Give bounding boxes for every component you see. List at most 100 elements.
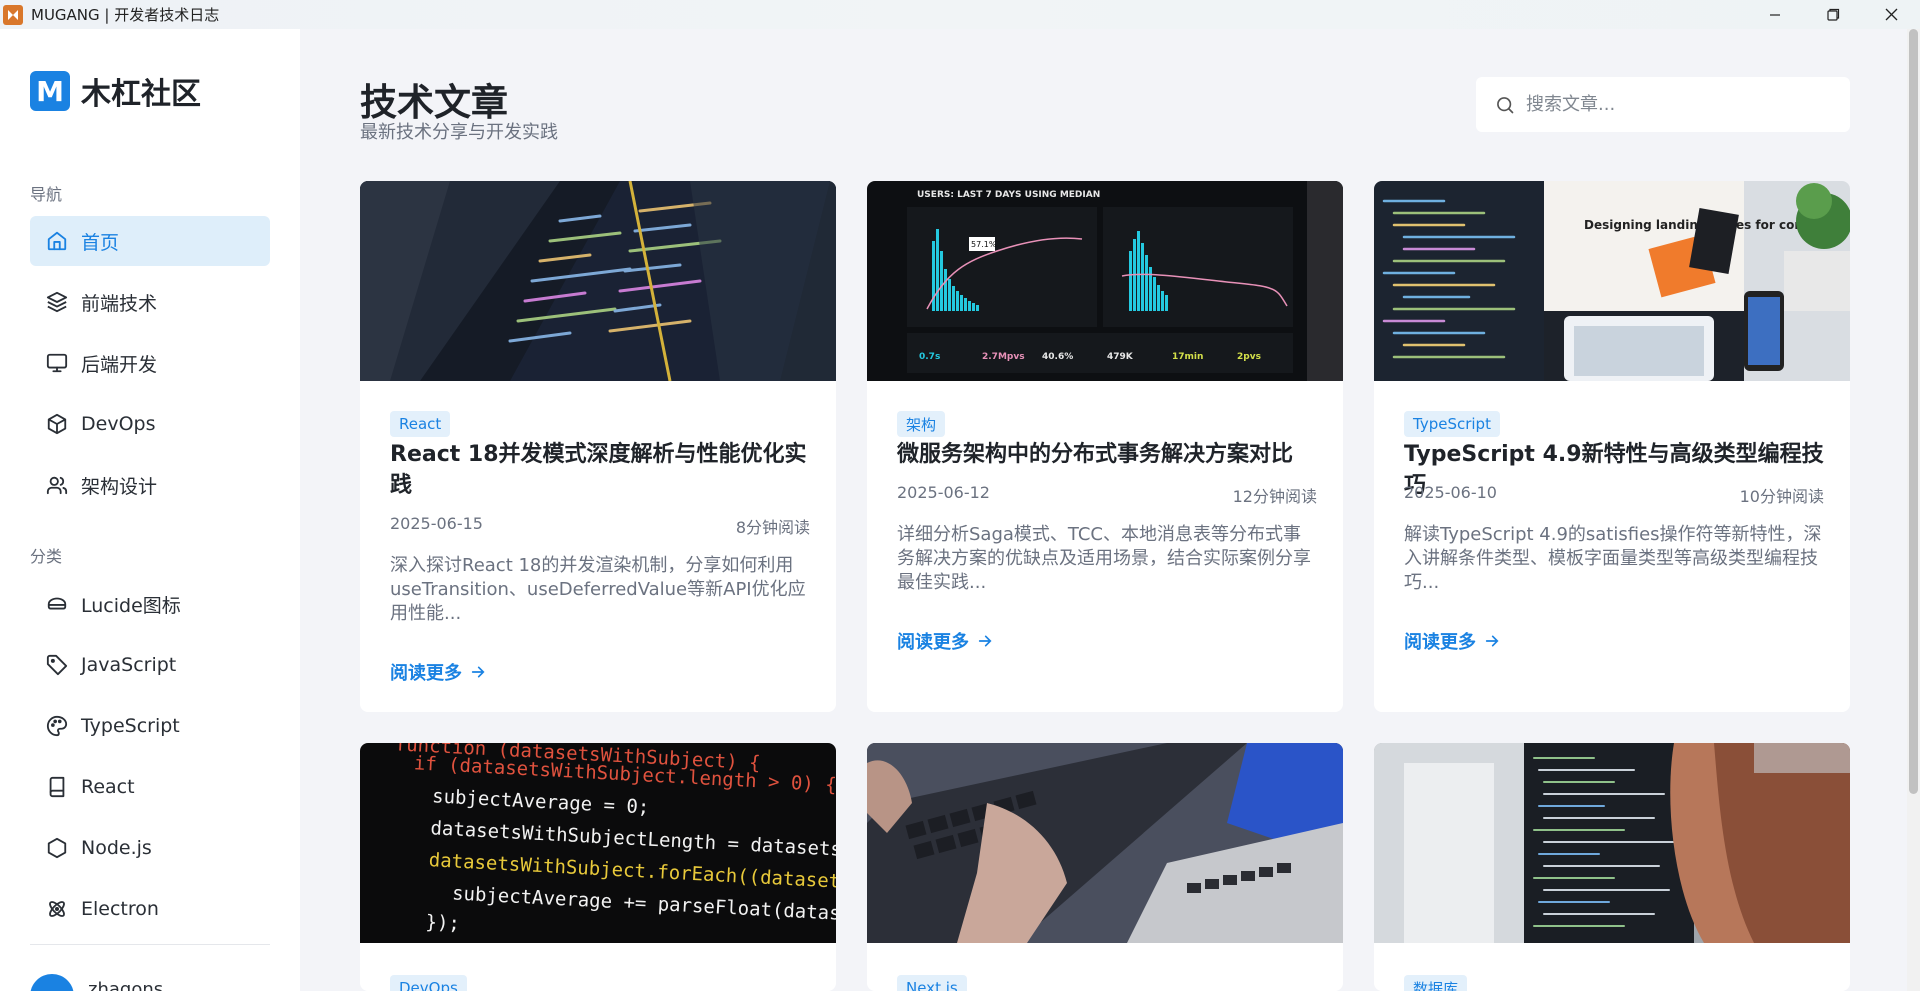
article-card[interactable]: Next.js [867,743,1343,991]
nav-section-heading: 导航 [30,185,63,204]
metric-value: 17min [1172,352,1203,362]
nav-item-frontend[interactable]: 前端技术 [30,277,270,327]
article-thumbnail [1374,743,1850,943]
box-icon [44,411,70,437]
arrow-right-icon [977,633,993,649]
article-tag[interactable]: Next.js [897,975,967,991]
avatar [30,974,74,991]
category-section-heading: 分类 [30,547,63,566]
glasses-icon [44,591,70,617]
search-box[interactable] [1476,77,1850,132]
minimize-button[interactable] [1746,0,1804,29]
read-more-link[interactable]: 阅读更多 [1404,628,1500,654]
article-card[interactable]: React React 18并发模式深度解析与性能优化实践 2025-06-15… [360,181,836,712]
category-item-nodejs[interactable]: Node.js [30,823,270,873]
article-thumbnail [360,181,836,381]
article-date: 2025-06-15 [390,514,483,533]
nav-item-home[interactable]: 首页 [30,216,270,266]
nav-item-label: 架构设计 [81,475,158,498]
read-more-link[interactable]: 阅读更多 [390,659,486,685]
nav-item-label: 后端开发 [81,353,158,376]
read-more-label: 阅读更多 [1404,632,1476,653]
brand-logo: M [30,71,70,111]
article-title[interactable]: 微服务架构中的分布式事务解决方案对比 [897,439,1317,470]
metric-value: 479K [1107,352,1134,362]
category-item-label: React [81,776,135,798]
nav-item-label: 首页 [81,231,120,254]
category-item-electron[interactable]: Electron [30,884,270,934]
home-icon [44,228,70,254]
nav-item-devops[interactable]: DevOps [30,399,270,449]
category-item-label: TypeScript [81,715,180,737]
code-line: }); [425,911,460,935]
scrollbar-thumb[interactable] [1909,29,1918,794]
article-tag[interactable]: 数据库 [1404,975,1468,991]
category-item-typescript[interactable]: TypeScript [30,701,270,751]
category-item-react[interactable]: React [30,762,270,812]
article-thumbnail [867,743,1343,943]
metric-value: 40.6% [1042,352,1073,362]
search-icon [1494,94,1516,116]
nav-item-label: DevOps [81,413,156,435]
article-tag[interactable]: DevOps [390,975,467,991]
article-meta: 2025-06-15 8分钟阅读 [390,514,810,538]
article-thumbnail: USERS: LAST 7 DAYS USING MEDIAN 57.1% 0.… [867,181,1343,381]
article-thumbnail: Designing landing pages for conversion [1374,181,1850,381]
users-icon [44,472,70,498]
restore-button[interactable] [1804,0,1862,29]
metric-value: 0.7s [919,352,940,362]
monitor-icon [44,350,70,376]
article-read-time: 12分钟阅读 [1232,487,1317,506]
article-tag[interactable]: 架构 [897,411,946,437]
metric-value: 2.7Mpvs [982,352,1025,362]
brand-name: 木杠社区 [81,77,201,112]
metric-value: 2pvs [1237,352,1261,362]
article-card[interactable]: Designing landing pages for conversion T… [1374,181,1850,712]
read-more-link[interactable]: 阅读更多 [897,628,993,654]
article-card[interactable]: function (datasetsWithSubject) { if (dat… [360,743,836,991]
close-button[interactable] [1862,0,1920,29]
search-input[interactable] [1526,94,1826,115]
nav-item-architecture[interactable]: 架构设计 [30,460,270,510]
brand[interactable]: M 木杠社区 [30,69,201,113]
nav-item-label: 前端技术 [81,292,158,315]
article-tag[interactable]: TypeScript [1404,411,1500,437]
page-scrollbar[interactable] [1907,29,1920,991]
minimize-icon [1770,13,1780,16]
article-title[interactable]: React 18并发模式深度解析与性能优化实践 [390,439,810,501]
article-meta: 2025-06-12 12分钟阅读 [897,483,1317,507]
nav-item-backend[interactable]: 后端开发 [30,338,270,388]
sidebar-divider [30,944,270,945]
read-more-label: 阅读更多 [390,663,462,684]
user-profile[interactable]: zhagons [30,974,163,991]
article-thumbnail: function (datasetsWithSubject) { if (dat… [360,743,836,943]
hexagon-icon [44,835,70,861]
app-icon [3,4,23,25]
article-excerpt: 详细分析Saga模式、TCC、本地消息表等分布式事务解决方案的优缺点及适用场景，… [897,524,1311,593]
book-icon [44,774,70,800]
article-excerpt: 深入探讨React 18的并发渲染机制，分享如何利用useTransition、… [390,555,806,624]
article-tag[interactable]: React [390,411,451,437]
article-card[interactable]: USERS: LAST 7 DAYS USING MEDIAN 57.1% 0.… [867,181,1343,712]
category-item-lucide[interactable]: Lucide图标 [30,579,270,629]
category-item-label: Node.js [81,837,152,859]
dashboard-badge: 57.1% [971,240,997,249]
arrow-right-icon [470,664,486,680]
sidebar: M 木杠社区 导航 首页 前端技术 后端开发 DevOps 架构设计 分类 Lu… [0,29,300,991]
read-more-label: 阅读更多 [897,632,969,653]
category-item-label: Electron [81,898,159,920]
palette-icon [44,713,70,739]
restore-icon [1826,8,1839,21]
article-date: 2025-06-12 [897,483,990,502]
window-titlebar: MUGANG | 开发者技术日志 [0,0,1920,29]
username: zhagons [88,978,164,991]
category-item-label: Lucide图标 [81,594,181,617]
article-card[interactable]: 数据库 [1374,743,1850,991]
category-item-label: JavaScript [81,654,177,676]
close-icon [1885,8,1897,21]
window-title: MUGANG | 开发者技术日志 [31,6,220,24]
atom-icon [44,896,70,922]
page-subtitle: 最新技术分享与开发实践 [360,122,558,143]
category-item-javascript[interactable]: JavaScript [30,640,270,690]
article-read-time: 8分钟阅读 [735,518,810,537]
